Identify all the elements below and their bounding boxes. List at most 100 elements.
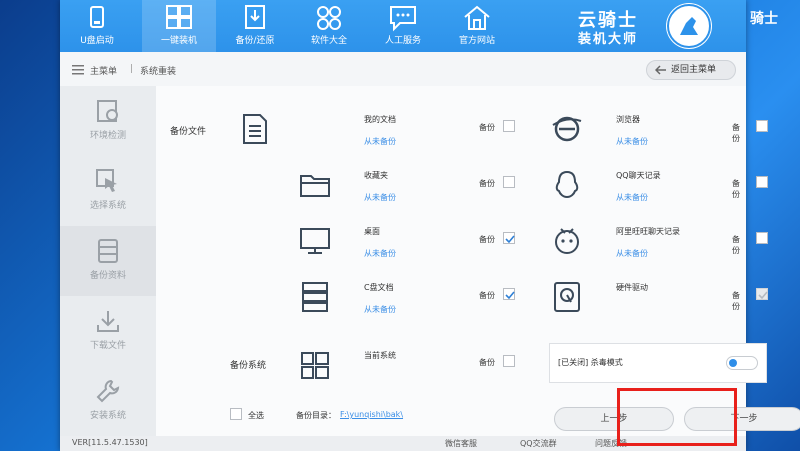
version-label: VER[11.5.47.1530]: [72, 438, 148, 447]
item-status: 从未备份: [616, 249, 648, 258]
windows-icon: [301, 352, 329, 379]
item-qq-chat: QQ聊天记录: [616, 171, 661, 180]
browser-icon: [552, 116, 582, 142]
nav-label: 官方网站: [458, 36, 495, 46]
nav-manual-service[interactable]: 人工服务: [366, 0, 440, 52]
brand-logo: 云骑士 装机大师: [568, 2, 738, 50]
item-status: 从未备份: [364, 193, 396, 202]
item-status: 从未备份: [364, 249, 396, 258]
backup-checkbox-c-drive-docs[interactable]: [503, 288, 515, 300]
toggle-knob: [729, 359, 737, 367]
backup-directory-label: 备份目录：: [296, 411, 336, 420]
backup-panel: 备份文件 我的文档 从未备份 备份 收藏夹 从未备份 备份 桌面 从未备份 备份…: [156, 86, 800, 436]
document-icon: [243, 114, 267, 144]
nav-software[interactable]: 软件大全: [292, 0, 366, 52]
nav-backup-restore[interactable]: 备份/还原: [218, 0, 292, 52]
step-label: 备份资料: [89, 271, 126, 281]
back-to-main-button[interactable]: 返回主菜单: [646, 60, 736, 80]
breadcrumb-home[interactable]: 主菜单: [90, 64, 117, 77]
backup-label: 备份: [732, 235, 740, 255]
qq-icon: [555, 170, 579, 199]
step-install-system: 安装系统: [60, 366, 156, 436]
select-all-checkbox[interactable]: [230, 408, 242, 420]
item-my-documents: 我的文档: [364, 115, 396, 124]
nav-label: 一键装机: [160, 36, 197, 46]
installer-window: U盘启动 一键装机 备份/还原 软件大全 人工服务 官方网站 云骑士 装机大师: [60, 0, 800, 451]
backup-checkbox-hardware-drivers: [756, 288, 768, 300]
download-icon: [97, 311, 119, 332]
nav-official-site[interactable]: 官方网站: [440, 0, 514, 52]
backup-label: 备份: [479, 235, 495, 244]
step-label: 下载文件: [89, 341, 126, 351]
item-browser: 浏览器: [616, 115, 640, 124]
backup-checkbox-desktop[interactable]: [503, 232, 515, 244]
item-desktop: 桌面: [364, 227, 380, 236]
item-status: 从未备份: [364, 137, 396, 146]
backup-label: 备份: [479, 291, 495, 300]
hard-drive-icon: [554, 282, 580, 312]
backup-checkbox-browser[interactable]: [756, 120, 768, 132]
backup-label: 备份: [732, 291, 740, 311]
backup-checkbox-qq-chat[interactable]: [756, 176, 768, 188]
nav-label: U盘启动: [80, 36, 114, 46]
backup-label: 备份: [732, 123, 740, 143]
top-nav: U盘启动 一键装机 备份/还原 软件大全 人工服务 官方网站 云骑士 装机大师: [60, 0, 746, 52]
nav-one-click-install[interactable]: 一键装机: [142, 0, 216, 52]
antivirus-mode-toggle[interactable]: [726, 356, 758, 370]
steps-sidebar: 环境检测 选择系统 备份资料 下载文件 安装系统: [60, 86, 156, 436]
breadcrumb-separator: |: [130, 64, 134, 74]
checkmark-icon: [505, 235, 515, 244]
wechat-support-link[interactable]: 微信客服: [445, 438, 477, 449]
backup-checkbox-wangwang-chat[interactable]: [756, 232, 768, 244]
item-hardware-drivers: 硬件驱动: [616, 283, 648, 292]
brand-subtitle: 装机大师: [578, 32, 639, 47]
step-label: 安装系统: [89, 411, 126, 421]
return-icon: [655, 65, 666, 75]
step-environment-check: 环境检测: [60, 86, 156, 156]
select-all-label: 全选: [248, 411, 264, 420]
monitor-icon: [300, 228, 330, 254]
qq-group-link[interactable]: QQ交流群: [520, 438, 557, 449]
back-button-label: 返回主菜单: [671, 65, 717, 75]
nav-label: 备份/还原: [235, 36, 275, 46]
backup-label: 备份: [479, 123, 495, 132]
corner-brand: 骑士: [750, 11, 778, 27]
item-status: 从未备份: [616, 193, 648, 202]
home-icon: [464, 5, 490, 30]
nav-usb-boot[interactable]: U盘启动: [60, 0, 134, 52]
usb-icon: [90, 6, 104, 28]
breadcrumb-current: 系统重装: [140, 67, 177, 77]
backup-label: 备份: [732, 179, 740, 199]
item-status: 从未备份: [616, 137, 648, 146]
backup-system-section-label: 备份系统: [230, 361, 267, 371]
knight-logo-icon: [666, 3, 712, 49]
checkmark-icon: [505, 291, 515, 300]
antivirus-mode-label: [已关闭] 杀毒模式: [558, 358, 623, 367]
apps-icon: [317, 6, 341, 30]
backup-checkbox-current-system[interactable]: [503, 355, 515, 367]
chat-icon: [390, 6, 416, 32]
backup-label: 备份: [479, 358, 495, 367]
grid-icon: [166, 5, 192, 29]
step-backup-data: 备份资料: [60, 226, 156, 296]
item-current-system: 当前系统: [364, 351, 396, 360]
menu-icon: [72, 65, 84, 75]
backup-checkbox-favorites[interactable]: [503, 176, 515, 188]
antivirus-mode-panel: [已关闭] 杀毒模式: [549, 343, 767, 383]
item-status: 从未备份: [364, 305, 396, 314]
step-select-system: 选择系统: [60, 156, 156, 226]
cursor-icon: [96, 169, 117, 192]
checkmark-icon: [758, 291, 768, 300]
step-download-files: 下载文件: [60, 296, 156, 366]
backup-directory-link[interactable]: F:\yunqishi\bak\: [340, 410, 403, 419]
backup-label: 备份: [479, 179, 495, 188]
step-label: 选择系统: [89, 201, 126, 211]
step-label: 环境检测: [89, 131, 126, 141]
annotation-highlight-box: [617, 388, 737, 446]
breadcrumb: 主菜单 | 系统重装 返回主菜单: [60, 58, 746, 82]
item-c-drive-docs: C盘文档: [364, 283, 394, 292]
folder-icon: [300, 175, 330, 197]
environment-check-icon: [97, 100, 118, 122]
wangwang-icon: [555, 228, 579, 254]
backup-checkbox-my-documents[interactable]: [503, 120, 515, 132]
